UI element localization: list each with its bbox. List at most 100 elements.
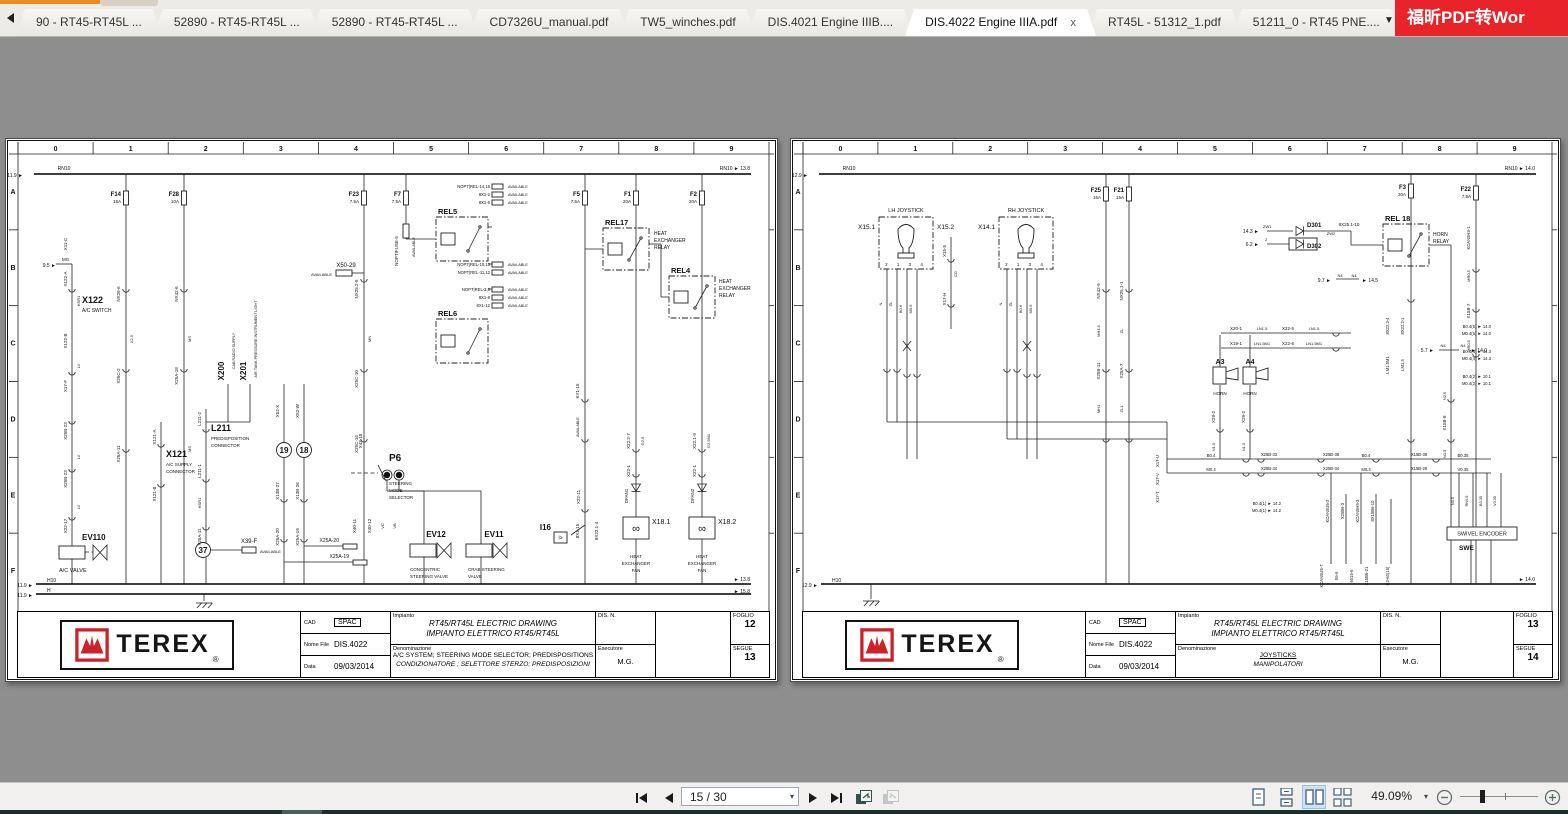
- svg-text:F25: F25: [1091, 188, 1102, 194]
- document-tab[interactable]: 52890 - RT45-RT45L ...: [154, 9, 320, 36]
- page-number-input[interactable]: 15 / 30 ▾: [681, 787, 799, 806]
- previous-view-button[interactable]: [855, 789, 873, 806]
- terex-logo: TEREX ®: [845, 619, 1019, 670]
- svg-text:9: 9: [729, 146, 733, 153]
- zoom-slider-track[interactable]: [1460, 796, 1538, 797]
- svg-text:RN10 ► 14.0: RN10 ► 14.0: [1505, 166, 1535, 172]
- segue-value: 14: [1527, 652, 1539, 663]
- svg-text:LH JOYSTICK: LH JOYSTICK: [888, 208, 924, 214]
- document-tab[interactable]: 52890 - RT45-RT45L ...: [312, 9, 478, 36]
- schematic-right: 0 1 2 3 4 5 6 7 8 9ABCDEFSWIVEL ENCODERF2515AF211…: [792, 140, 1559, 680]
- tab-overflow-icon[interactable]: ▼: [1384, 15, 1394, 26]
- pdf-page-foglio-13[interactable]: 0 1 2 3 4 5 6 7 8 9 A B C D E F SWIVEL ENCODER F25 15A F21 1…: [790, 138, 1561, 682]
- svg-text:AVAILABLE: AVAILABLE: [508, 201, 528, 205]
- svg-text:7.5A: 7.5A: [350, 199, 359, 204]
- svg-text:3: 3: [279, 146, 283, 153]
- foxit-pdf-to-word-button[interactable]: 福昕PDF转Wor: [1395, 0, 1568, 36]
- tab-scroll-left-icon[interactable]: [7, 13, 14, 23]
- svg-text:FAN: FAN: [632, 568, 641, 573]
- bottom-edge-strip: [0, 810, 1568, 814]
- svg-text:N4: N4: [1440, 343, 1446, 348]
- svg-text:12.9 ►: 12.9 ►: [802, 583, 818, 589]
- continuous-layout-button[interactable]: [1275, 786, 1297, 808]
- svg-text:HEAT: HEAT: [696, 554, 708, 559]
- svg-text:I>: I>: [558, 536, 562, 542]
- zoom-slider-tick: [1505, 793, 1506, 800]
- svg-text:X50-29: X50-29: [336, 263, 356, 269]
- cad-label: CAD: [304, 619, 316, 626]
- svg-text:HORN: HORN: [1433, 232, 1448, 238]
- svg-text:RH JOYSTICK: RH JOYSTICK: [1008, 208, 1045, 214]
- svg-text:X25B-23: X25B-23: [63, 422, 68, 440]
- svg-text:X22.2-7: X22.2-7: [626, 433, 631, 449]
- tab-close-icon[interactable]: x: [1071, 17, 1077, 29]
- svg-text:M0.4: M0.4: [1206, 467, 1216, 472]
- svg-text:1: 1: [913, 146, 917, 153]
- svg-text:AVAILABLE: AVAILABLE: [508, 296, 528, 300]
- last-page-button[interactable]: [830, 792, 844, 804]
- svg-text:I16: I16: [540, 523, 552, 532]
- svg-text:C: C: [10, 341, 15, 348]
- document-tab[interactable]: 90 - RT45-RT45L ...: [16, 9, 162, 36]
- first-page-button[interactable]: [634, 792, 648, 804]
- denominazione-label: Denominazione: [393, 646, 432, 652]
- svg-text:7: 7: [1363, 146, 1367, 153]
- svg-text:HORN: HORN: [1243, 391, 1256, 396]
- svg-text:SWIVEL ENCODER: SWIVEL ENCODER: [1457, 532, 1507, 538]
- svg-text:X17-H: X17-H: [942, 293, 947, 306]
- previous-page-button[interactable]: [663, 792, 674, 804]
- single-page-layout-button[interactable]: [1247, 786, 1269, 808]
- foglio-label: FOGLIO: [733, 613, 754, 619]
- zoom-in-button[interactable]: [1544, 789, 1561, 806]
- segue-label: SEGUE: [1516, 646, 1536, 652]
- svg-text:4: 4: [354, 146, 358, 153]
- document-tab[interactable]: DIS.4021 Engine IIIB....: [748, 9, 913, 36]
- facing-continuous-layout-button[interactable]: [1331, 786, 1353, 808]
- svg-text:P6: P6: [389, 453, 402, 464]
- zoom-dropdown-caret-icon[interactable]: ▾: [1424, 792, 1428, 801]
- svg-text:REL6: REL6: [438, 309, 457, 318]
- svg-text:8: 8: [1438, 146, 1442, 153]
- accent-stub: [100, 0, 158, 6]
- svg-text:STEERING: STEERING: [389, 481, 413, 486]
- svg-text:X17-F: X17-F: [63, 380, 68, 393]
- zoom-out-button[interactable]: [1436, 789, 1453, 806]
- svg-text:CONNECTOR: CONNECTOR: [166, 469, 196, 474]
- svg-text:2 1 3 4: 2 1 3 4: [1005, 262, 1047, 267]
- svg-text:EXCHANGER: EXCHANGER: [654, 238, 686, 244]
- svg-text:X39-F: X39-F: [241, 539, 258, 545]
- svg-text:F1: F1: [624, 192, 632, 198]
- svg-text:HEAT: HEAT: [719, 279, 732, 285]
- svg-text:0: 0: [838, 146, 842, 153]
- document-tab[interactable]: TW5_winches.pdf: [620, 9, 755, 36]
- next-view-button[interactable]: [882, 789, 900, 806]
- page-dropdown-caret-icon[interactable]: ▾: [786, 792, 798, 801]
- document-tab[interactable]: RT45L - 51312_1.pdf: [1088, 9, 1241, 36]
- svg-text:X52-W: X52-W: [295, 403, 300, 418]
- svg-text:KCAN5H5-1: KCAN5H5-1: [1466, 226, 1471, 250]
- document-canvas[interactable]: 0 1 2 3 4 5 6 7 8 9 A B C D E F I> F14 15A F28 10A F23 7.5A F7 7…: [0, 37, 1568, 782]
- document-tab[interactable]: DIS.4022 Engine IIIA.pdf x: [905, 9, 1096, 36]
- next-page-button[interactable]: [808, 792, 819, 804]
- svg-text:X25C-2: X25C-2: [116, 368, 121, 384]
- svg-text:8X1-12: 8X1-12: [476, 303, 490, 308]
- date-value: 09/03/2014: [334, 662, 375, 671]
- svg-text:X121: X121: [166, 449, 187, 459]
- svg-text:M0.4: M0.4: [1361, 467, 1371, 472]
- svg-text:X11-C: X11-C: [63, 237, 68, 250]
- svg-text:NOPTIFUSE-5: NOPTIFUSE-5: [394, 236, 399, 266]
- svg-text:SELECTOR: SELECTOR: [389, 495, 414, 500]
- tab-label: 52890 - RT45-RT45L ...: [173, 15, 300, 29]
- pdf-page-foglio-12[interactable]: 0 1 2 3 4 5 6 7 8 9 A B C D E F I> F14 15A F28 10A F23 7.5A F7 7…: [5, 138, 778, 682]
- svg-text:AVAILABLE: AVAILABLE: [508, 185, 528, 189]
- viewer-toolbar: 15 / 30 ▾ 49.09% ▾: [0, 782, 1568, 811]
- denominazione-line2: MANIPOLATORI: [1253, 660, 1303, 668]
- facing-pages-layout-button[interactable]: [1303, 786, 1325, 808]
- svg-text:AVAILABLE: AVAILABLE: [508, 304, 528, 308]
- svg-text:11.9 ►: 11.9 ►: [17, 593, 33, 599]
- terex-wordmark: TEREX: [901, 630, 995, 658]
- document-tab[interactable]: 51211_0 - RT45 PNE....: [1233, 9, 1400, 36]
- document-tab[interactable]: CD7326U_manual.pdf: [470, 9, 629, 36]
- zoom-slider-handle[interactable]: [1480, 790, 1485, 803]
- zoom-percentage[interactable]: 49.09%: [1352, 789, 1412, 803]
